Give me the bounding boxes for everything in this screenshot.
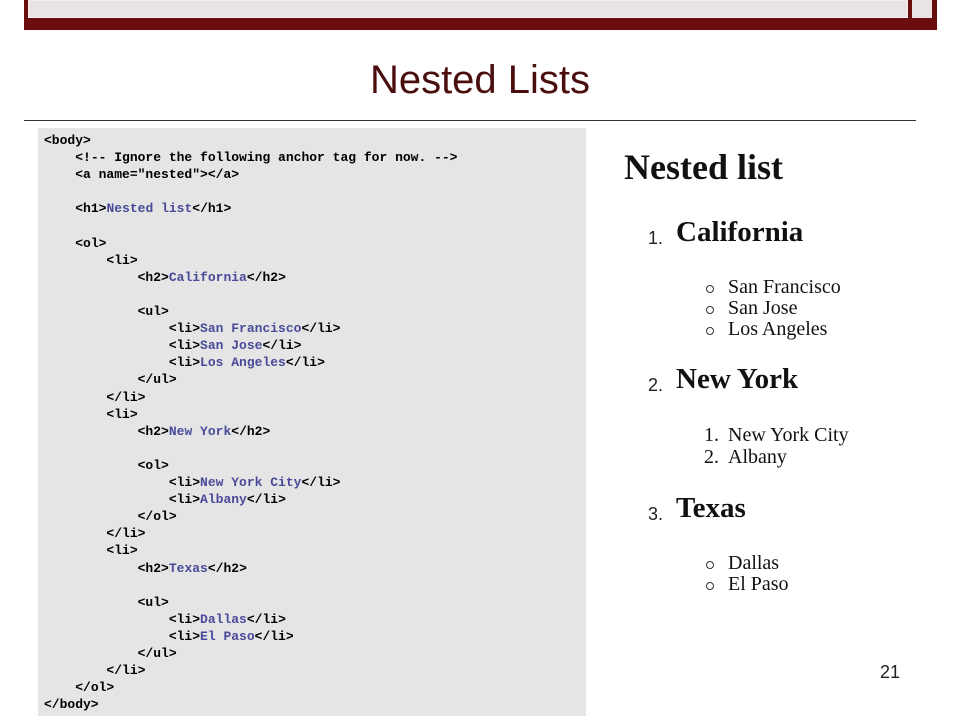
code-line: <li> [106,543,138,559]
list-item: Albany [728,446,787,468]
sub-item-number: 1. [704,424,719,446]
code-line: </li> [106,389,146,405]
item-number: 3. [648,504,664,524]
code-line: <li>San Jose</li> [168,338,302,354]
code-panel: <body> <!-- Ignore the following anchor … [38,128,586,716]
rendered-heading: Nested list [624,147,783,187]
item-heading-new-york: New York [676,363,799,395]
code-line: <li>Albany</li> [168,492,286,508]
title-divider [24,120,916,121]
bullet-icon [706,327,714,335]
code-line: </ol> [137,509,177,525]
code-line: <h1>Nested list</h1> [75,201,232,217]
code-line: <li>New York City</li> [168,475,341,490]
sub-item-number: 2. [704,446,719,468]
code-line: <li>San Francisco</li> [168,321,341,337]
code-line: </body> [44,697,99,713]
list-item: El Paso [728,573,789,595]
code-line: <li>Los Angeles</li> [168,355,325,371]
bullet-icon [706,582,714,590]
slide-title: Nested Lists [369,58,591,102]
code-line: </ul> [137,372,177,388]
list-item: San Jose [728,297,798,319]
code-line: <li> [106,252,138,268]
bullet-icon [706,285,714,293]
code-line: <ol> [75,235,107,251]
code-line: <li>Dallas</li> [168,611,286,627]
code-line: </li> [106,663,146,679]
code-line: <h2>California</h2> [137,269,286,285]
code-line: <li> [106,406,138,422]
code-line: <ul> [137,304,169,319]
code-line: <ol> [137,457,169,473]
top-bar-square [912,0,932,18]
code-line: <h2>New York</h2> [137,423,271,439]
top-bar-line [24,26,937,30]
item-heading-texas: Texas [676,492,746,524]
bullet-icon [706,561,714,569]
code-line: </ul> [137,646,177,661]
code-line: <body> [44,133,91,148]
code-line: <a name="nested"></a> [75,167,240,183]
code-line: <h2>Texas</h2> [137,560,247,576]
slide-top-bar [24,0,937,26]
item-number: 2. [648,375,664,395]
code-line: </ol> [75,680,115,696]
list-item: Dallas [728,552,780,574]
item-heading-california: California [676,216,804,248]
code-line: </li> [106,526,146,542]
code-line: <!-- Ignore the following anchor tag for… [75,150,458,166]
top-bar-panel [28,0,908,18]
list-item: San Francisco [728,276,841,298]
page-number: 21 [880,662,901,682]
list-item: Los Angeles [728,318,828,340]
bullet-icon [706,306,714,314]
code-line: <ul> [137,594,169,610]
item-number: 1. [648,228,664,248]
list-item: New York City [728,424,849,446]
rendered-output-panel: Nested list 1. California San Francisco … [600,128,940,688]
code-line: <li>El Paso</li> [168,628,294,644]
